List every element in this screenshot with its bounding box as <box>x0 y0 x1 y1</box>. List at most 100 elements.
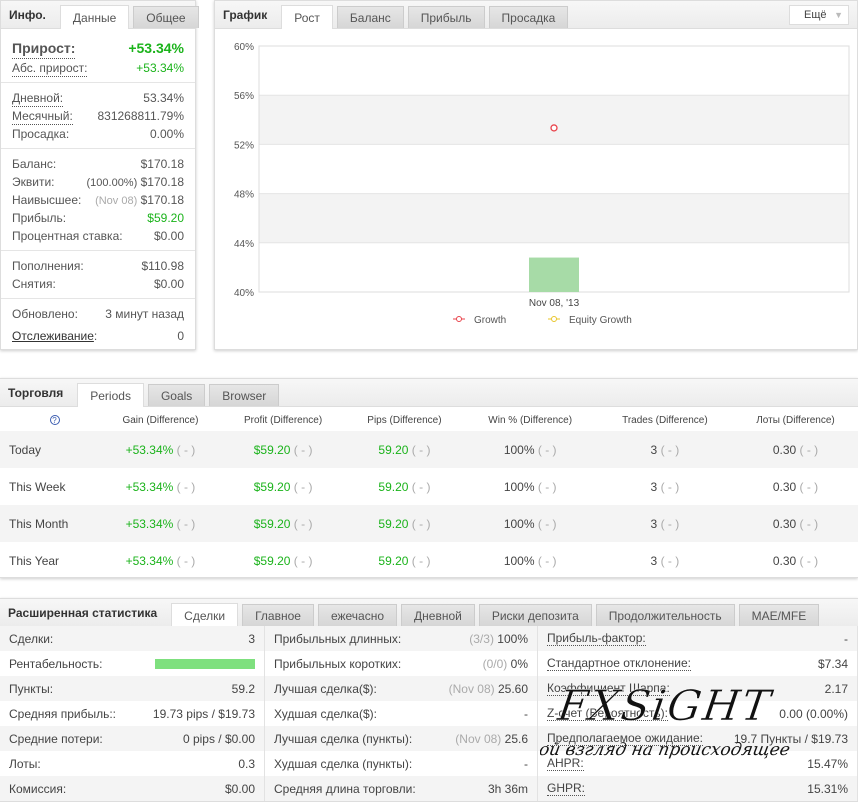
difference-value: ( - ) <box>293 442 313 457</box>
stat-value-text: 25.60 <box>497 681 528 696</box>
cell-profit: $59.20 ( - ) <box>221 468 345 505</box>
tab-growth[interactable]: Рост <box>281 5 333 29</box>
stat-label[interactable]: Стандартное отклонение: <box>547 656 691 671</box>
stat-value-text: 2.17 <box>824 681 848 696</box>
y-tick-label: 40% <box>234 288 254 299</box>
difference-value: ( - ) <box>537 553 557 568</box>
info-title: Инфо. <box>9 7 46 22</box>
tab-ext-4[interactable]: Риски депозита <box>478 604 592 626</box>
abs-growth-label[interactable]: Абс. прирост: <box>12 59 88 77</box>
stats-column: Сделки: 3 Рентабельность: Пункты: 59.2 Средня… <box>0 626 265 801</box>
difference-value: ( - ) <box>799 553 819 568</box>
stat-value-text: 100% <box>497 631 528 646</box>
daily-value: 53.34% <box>143 91 184 105</box>
highest-date: (Nov 08) <box>95 195 138 207</box>
stat-row: Средняя длина торговли: 3h 36m <box>265 776 537 801</box>
cell-lots: 0.30 ( - ) <box>733 542 858 579</box>
stat-row: Худшая сделка($): - <box>265 701 537 726</box>
tracking-link[interactable]: Отслеживание <box>12 329 94 343</box>
lots-value: 0.30 <box>772 479 797 494</box>
interest-label: Процентная ставка: <box>12 229 123 243</box>
tab-goals[interactable]: Goals <box>147 384 206 406</box>
stat-value: 3h 36m <box>488 782 528 796</box>
profit-value: $59.20 <box>147 211 184 225</box>
stat-note: (3/3) <box>469 631 494 646</box>
gain-value: +53.34% <box>125 516 174 531</box>
tab-ext-3[interactable]: Дневной <box>401 604 475 626</box>
equity-value: $170.18 <box>140 175 184 189</box>
cell-profit: $59.20 ( - ) <box>221 542 345 579</box>
highest-value: $170.18 <box>140 193 184 207</box>
abs-growth-value: +53.34% <box>136 61 184 75</box>
stat-label: Худшая сделка (пункты): <box>274 756 413 771</box>
tab-drawdown[interactable]: Просадка <box>488 6 569 28</box>
stat-value: (3/3) 100% <box>469 632 528 646</box>
tab-browser[interactable]: Browser <box>209 384 280 406</box>
difference-value: ( - ) <box>293 553 313 568</box>
cell-trades: 3 ( - ) <box>597 468 733 505</box>
cell-lots: 0.30 ( - ) <box>733 505 858 542</box>
tab-ext-5[interactable]: Продолжительность <box>595 604 735 626</box>
tab-ext-1[interactable]: Главное <box>242 604 314 626</box>
tab-ext-2[interactable]: ежечасно <box>317 604 398 626</box>
stat-value-text: 3h 36m <box>487 781 528 796</box>
period-value: Today <box>9 442 42 457</box>
growth-label[interactable]: Прирост: <box>12 39 76 59</box>
more-dropdown[interactable]: Ещё ▼ <box>789 5 849 25</box>
tracking-value: 0 <box>177 329 184 343</box>
balance-label: Баланс: <box>12 157 57 171</box>
period-row: This Week +53.34% ( - ) $59.20 ( - ) 59.20 … <box>0 468 858 505</box>
trades-value: 3 <box>650 516 658 531</box>
drawdown-value: 0.00% <box>149 127 184 141</box>
tab-ext-0[interactable]: Сделки <box>171 603 239 627</box>
pips-value: 59.20 <box>378 442 409 457</box>
tab-periods[interactable]: Periods <box>77 383 144 407</box>
daily-label[interactable]: Дневной: <box>12 89 64 107</box>
stats-column: Прибыльных длинных: (3/3) 100% Прибыльных … <box>265 626 538 801</box>
stat-label[interactable]: Z-счет (Вероятность): <box>547 706 668 721</box>
stat-label[interactable]: Предполагаемое ожидание: <box>547 731 703 746</box>
tab-ext-6[interactable]: MAE/MFE <box>738 604 820 626</box>
profitability-bar <box>155 658 255 669</box>
stat-row: Лучшая сделка($): (Nov 08) 25.60 <box>265 676 537 701</box>
stat-row: Рентабельность: <box>0 651 264 676</box>
cell-pips: 59.20 ( - ) <box>345 542 463 579</box>
stat-row: Средние потери: 0 pips / $0.00 <box>0 726 264 751</box>
stat-label[interactable]: GHPR: <box>547 781 586 796</box>
stat-label: Пункты: <box>9 681 54 696</box>
tab-general[interactable]: Общее <box>133 6 199 28</box>
withdrawals-value: $0.00 <box>153 277 184 291</box>
difference-value: ( - ) <box>176 442 196 457</box>
cell-period: This Month <box>0 505 100 542</box>
stat-value: $7.34 <box>818 657 848 671</box>
difference-value: ( - ) <box>537 516 557 531</box>
stat-label[interactable]: AHPR: <box>547 756 584 771</box>
stat-label[interactable]: Коэффициент Шарпа: <box>547 681 670 696</box>
difference-value: ( - ) <box>660 442 680 457</box>
cell-period: This Week <box>0 468 100 505</box>
period-value: This Month <box>9 516 69 531</box>
interest-value: $0.00 <box>153 229 184 243</box>
tab-balance[interactable]: Баланс <box>336 6 404 28</box>
help-icon[interactable]: ? <box>49 414 60 425</box>
period-row: Today +53.34% ( - ) $59.20 ( - ) 59.20 ( - … <box>0 431 858 468</box>
cell-win: 100% ( - ) <box>463 431 597 468</box>
difference-value: ( - ) <box>293 479 313 494</box>
gain-value: +53.34% <box>125 479 174 494</box>
monthly-label[interactable]: Месячный: <box>12 107 73 125</box>
lots-value: 0.30 <box>772 442 797 457</box>
period-value: This Year <box>9 553 60 568</box>
cell-period: This Year <box>0 542 100 579</box>
stat-label: Лучшая сделка (пункты): <box>274 731 413 746</box>
stat-label[interactable]: Прибыль-фактор: <box>547 631 646 646</box>
updated-value: 3 минут назад <box>105 307 184 321</box>
cell-lots: 0.30 ( - ) <box>733 468 858 505</box>
pips-value: 59.20 <box>378 516 409 531</box>
tab-data[interactable]: Данные <box>59 5 130 29</box>
stat-label: Лучшая сделка($): <box>274 681 377 696</box>
period-row: This Year +53.34% ( - ) $59.20 ( - ) 59.20 … <box>0 542 858 579</box>
tab-profit[interactable]: Прибыль <box>407 6 485 28</box>
legend-label: Equity Growth <box>569 315 632 326</box>
difference-value: ( - ) <box>660 516 680 531</box>
cell-trades: 3 ( - ) <box>596 431 733 468</box>
